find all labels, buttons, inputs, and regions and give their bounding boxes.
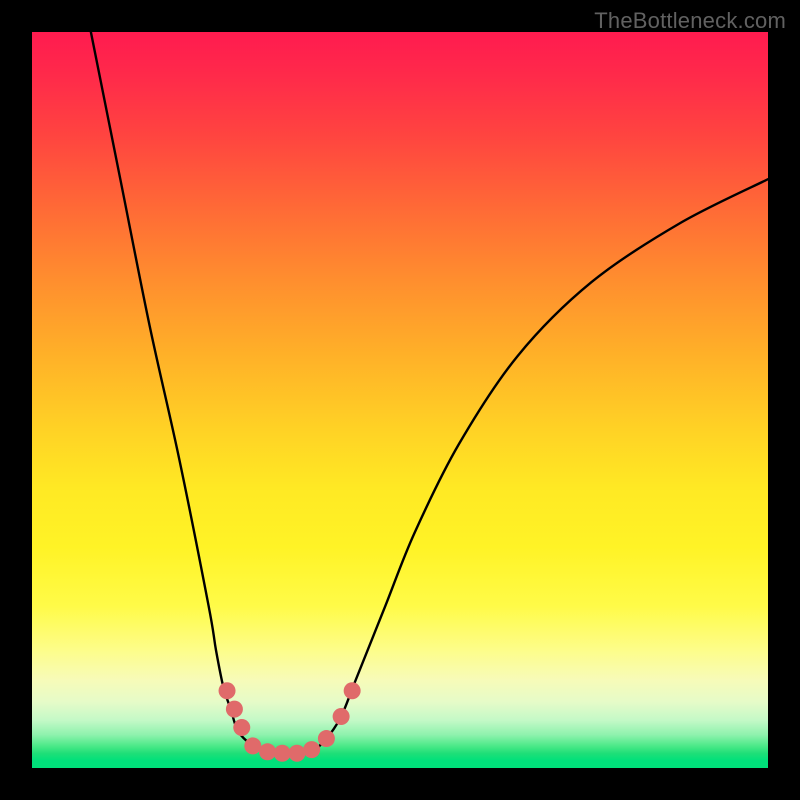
marker-group <box>219 682 361 762</box>
marker-dot <box>288 745 305 762</box>
curves-svg <box>32 32 768 768</box>
plot-area <box>32 32 768 768</box>
watermark-text: TheBottleneck.com <box>594 8 786 34</box>
marker-dot <box>226 701 243 718</box>
marker-dot <box>318 730 335 747</box>
marker-dot <box>219 682 236 699</box>
curve-right <box>312 179 768 753</box>
chart-frame: TheBottleneck.com <box>0 0 800 800</box>
marker-dot <box>244 737 261 754</box>
marker-dot <box>259 743 276 760</box>
marker-dot <box>344 682 361 699</box>
marker-dot <box>274 745 291 762</box>
marker-dot <box>333 708 350 725</box>
marker-dot <box>303 741 320 758</box>
marker-dot <box>233 719 250 736</box>
curve-left <box>91 32 268 753</box>
